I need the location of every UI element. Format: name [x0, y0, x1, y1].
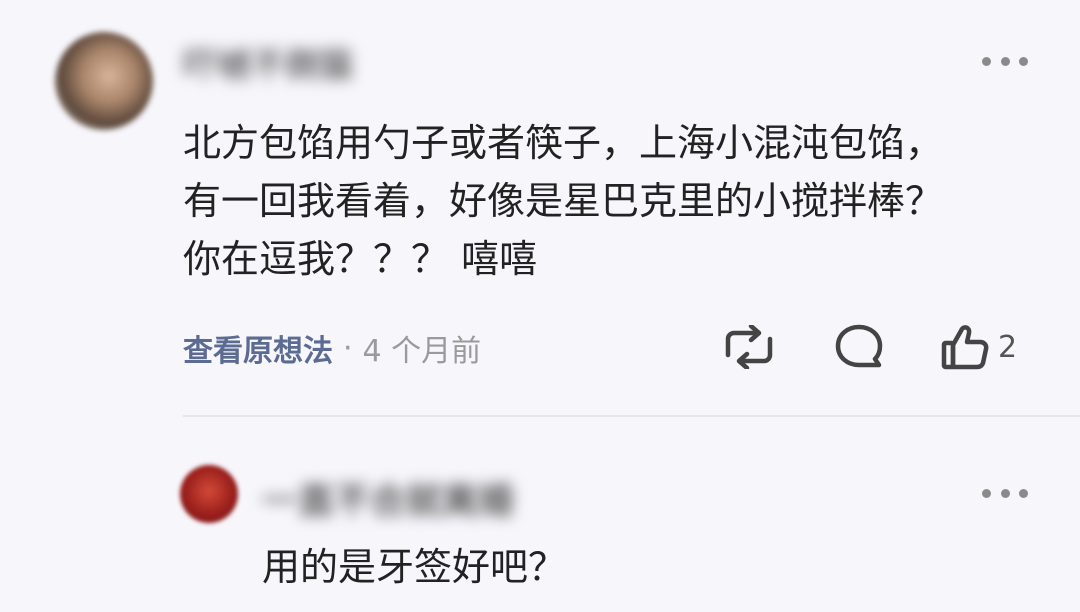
- like-count: 2: [998, 329, 1018, 365]
- repost-button[interactable]: [722, 322, 776, 372]
- meta-separator: ·: [343, 330, 353, 366]
- comment-button[interactable]: [834, 322, 884, 372]
- thumbs-up-icon: [941, 325, 989, 370]
- more-dots-icon[interactable]: [982, 53, 1028, 69]
- comment-line: 北方包馅用勺子或者筷子，上海小混沌包馅，: [183, 121, 944, 165]
- comment-line: 有一回我看着，好像是星巴克里的小搅拌棒？: [183, 179, 944, 223]
- comment-body: 北方包馅用勺子或者筷子，上海小混沌包馅， 有一回我看着，好像是星巴克里的小搅拌棒…: [183, 114, 1043, 288]
- comment-thread: 吓唬不倒猫 北方包馅用勺子或者筷子，上海小混沌包馅， 有一回我看着，好像是星巴克…: [0, 0, 1080, 612]
- comment-author-name[interactable]: 吓唬不倒猫: [183, 38, 353, 87]
- reply-author-name[interactable]: 一直不合就离婚: [262, 472, 514, 524]
- comment-timestamp: 4 个月前: [362, 334, 482, 369]
- repost-icon: [725, 325, 773, 369]
- reply-body: 用的是牙签好吧？: [262, 545, 567, 589]
- more-dots-icon[interactable]: [982, 485, 1028, 501]
- like-button[interactable]: 2: [940, 322, 1017, 372]
- comment-line: 你在逗我？？？ 嘻嘻: [183, 237, 538, 281]
- comment-bubble-icon: [835, 324, 883, 368]
- view-original-link[interactable]: 查看原想法: [183, 326, 333, 370]
- avatar[interactable]: [55, 32, 153, 130]
- divider: [183, 415, 1080, 417]
- avatar[interactable]: [180, 465, 238, 523]
- comment-meta: 查看原想法 · 4 个月前: [183, 326, 481, 370]
